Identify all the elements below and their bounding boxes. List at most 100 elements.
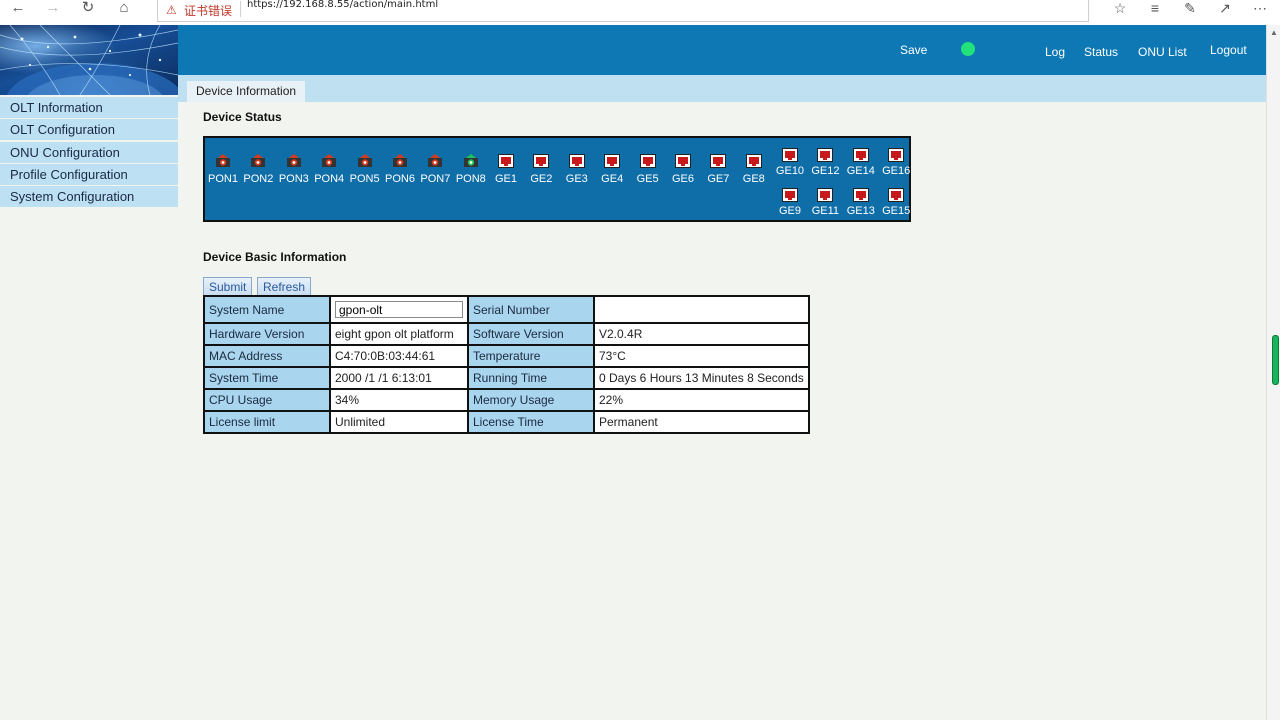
pon-port-icon bbox=[276, 154, 312, 168]
ge-port-ge12[interactable]: GE12 bbox=[807, 148, 843, 177]
ethernet-port-icon bbox=[665, 154, 701, 168]
table-row: CPU Usage 34% Memory Usage 22% bbox=[203, 388, 810, 412]
network-globe-image bbox=[0, 25, 178, 95]
more-icon[interactable]: ⋯ bbox=[1248, 0, 1272, 20]
ge-port-ge9[interactable]: GE9 bbox=[772, 188, 808, 217]
pon-port-pon4[interactable]: PON4 bbox=[311, 154, 347, 185]
back-arrow-icon[interactable]: ← bbox=[6, 0, 30, 20]
port-label: GE8 bbox=[742, 173, 765, 185]
scroll-up-arrow-icon[interactable]: ▲ bbox=[1268, 28, 1280, 37]
ethernet-port-icon bbox=[807, 188, 843, 202]
pon-port-pon3[interactable]: PON3 bbox=[276, 154, 312, 185]
table-row: System Time 2000 /1 /1 6:13:01 Running T… bbox=[203, 366, 810, 390]
status-indicator-dot bbox=[961, 42, 975, 56]
pon-port-pon8[interactable]: PON8 bbox=[453, 154, 489, 185]
sidebar-item-profile-configuration[interactable]: Profile Configuration bbox=[0, 163, 178, 185]
port-label: GE11 bbox=[811, 205, 840, 217]
submit-button[interactable]: Submit bbox=[203, 277, 253, 297]
pon-port-pon5[interactable]: PON5 bbox=[347, 154, 383, 185]
row-value: 22% bbox=[593, 388, 810, 412]
row-label: License limit bbox=[203, 410, 331, 434]
refresh-icon[interactable]: ↻ bbox=[76, 0, 100, 20]
ge-port-ge11[interactable]: GE11 bbox=[807, 188, 843, 217]
port-label: PON1 bbox=[208, 173, 238, 185]
browser-toolbar: ← → ↻ ⌂ ⚠ 证书错误 https://192.168.8.55/acti… bbox=[0, 0, 1280, 26]
forward-arrow-icon[interactable]: → bbox=[41, 0, 65, 20]
home-icon[interactable]: ⌂ bbox=[112, 0, 136, 20]
table-row: License limit Unlimited License Time Per… bbox=[203, 410, 810, 434]
pon-port-icon bbox=[453, 154, 489, 168]
pon-port-pon7[interactable]: PON7 bbox=[417, 154, 453, 185]
pon-port-pon6[interactable]: PON6 bbox=[382, 154, 418, 185]
ge-port-ge5[interactable]: GE5 bbox=[630, 154, 666, 185]
favorites-star-icon[interactable]: ☆ bbox=[1108, 0, 1132, 20]
port-label: PON5 bbox=[349, 173, 380, 185]
ethernet-port-icon bbox=[594, 154, 630, 168]
ge-port-ge15[interactable]: GE15 bbox=[878, 188, 914, 217]
port-label: GE14 bbox=[846, 165, 875, 177]
ge-port-ge16[interactable]: GE16 bbox=[878, 148, 914, 177]
port-label: GE7 bbox=[707, 173, 730, 185]
pen-icon[interactable]: ✎ bbox=[1178, 0, 1202, 20]
port-label: GE1 bbox=[494, 173, 517, 185]
ethernet-port-icon bbox=[700, 154, 736, 168]
ge-port-ge2[interactable]: GE2 bbox=[523, 154, 559, 185]
pon-port-icon bbox=[205, 154, 241, 168]
refresh-button[interactable]: Refresh bbox=[257, 277, 312, 297]
row-label: Software Version bbox=[467, 322, 595, 346]
pon-port-pon2[interactable]: PON2 bbox=[240, 154, 276, 185]
pon-port-icon bbox=[347, 154, 383, 168]
table-row: MAC Address C4:70:0B:03:44:61 Temperatur… bbox=[203, 344, 810, 368]
url-text[interactable]: https://192.168.8.55/action/main.html bbox=[247, 0, 438, 10]
ge-port-ge7[interactable]: GE7 bbox=[700, 154, 736, 185]
port-label: GE3 bbox=[565, 173, 588, 185]
vertical-scrollbar[interactable]: ▲ bbox=[1266, 25, 1280, 720]
share-icon[interactable]: ↗ bbox=[1213, 0, 1237, 20]
tab-device-information[interactable]: Device Information bbox=[187, 81, 306, 102]
certificate-error-label[interactable]: 证书错误 bbox=[184, 2, 232, 19]
ethernet-port-icon bbox=[878, 148, 914, 162]
ge-port-ge14[interactable]: GE14 bbox=[843, 148, 879, 177]
serial-number-label: Serial Number bbox=[467, 295, 595, 324]
row-label: Hardware Version bbox=[203, 322, 331, 346]
reading-list-icon[interactable]: ≡ bbox=[1143, 0, 1167, 20]
ge-port-ge4[interactable]: GE4 bbox=[594, 154, 630, 185]
row-label: System Time bbox=[203, 366, 331, 390]
system-name-input[interactable] bbox=[335, 301, 463, 318]
log-link[interactable]: Log bbox=[1045, 27, 1065, 77]
onu-list-link[interactable]: ONU List bbox=[1138, 27, 1187, 77]
row-value: C4:70:0B:03:44:61 bbox=[329, 344, 469, 368]
scrollbar-thumb[interactable] bbox=[1272, 335, 1279, 385]
address-bar[interactable]: ⚠ 证书错误 https://192.168.8.55/action/main.… bbox=[157, 0, 1089, 22]
row-label: Memory Usage bbox=[467, 388, 595, 412]
ge-port-ge1[interactable]: GE1 bbox=[488, 154, 524, 185]
sidebar-item-system-configuration[interactable]: System Configuration bbox=[0, 186, 178, 208]
table-row: Hardware Version eight gpon olt platform… bbox=[203, 322, 810, 346]
ge-port-ge8[interactable]: GE8 bbox=[736, 154, 772, 185]
logo-banner bbox=[0, 25, 178, 95]
ethernet-port-icon bbox=[736, 154, 772, 168]
device-status-panel: PON1 PON2 PON3 PON4 PON5 PON6 PON7 PON8 GE1 GE2 GE… bbox=[203, 136, 911, 222]
port-label: PON7 bbox=[420, 173, 451, 185]
sidebar-item-onu-configuration[interactable]: ONU Configuration bbox=[0, 141, 178, 163]
save-link[interactable]: Save bbox=[900, 25, 927, 75]
sidebar-item-olt-information[interactable]: OLT Information bbox=[0, 97, 178, 118]
ge-port-ge10[interactable]: GE10 bbox=[772, 148, 808, 177]
ge-port-ge13[interactable]: GE13 bbox=[843, 188, 879, 217]
row-value: 0 Days 6 Hours 13 Minutes 8 Seconds bbox=[593, 366, 810, 390]
sidebar: OLT Information OLT Configuration ONU Co… bbox=[0, 97, 178, 208]
pon-port-icon bbox=[382, 154, 418, 168]
ethernet-port-icon bbox=[523, 154, 559, 168]
ge-port-ge3[interactable]: GE3 bbox=[559, 154, 595, 185]
port-label: GE13 bbox=[846, 205, 875, 217]
status-link[interactable]: Status bbox=[1084, 27, 1118, 77]
logout-link[interactable]: Logout bbox=[1210, 25, 1247, 75]
tab-strip: Device Information bbox=[178, 75, 1266, 102]
ethernet-port-icon bbox=[807, 148, 843, 162]
row-label: MAC Address bbox=[203, 344, 331, 368]
pon-port-icon bbox=[311, 154, 347, 168]
pon-port-pon1[interactable]: PON1 bbox=[205, 154, 241, 185]
ethernet-port-icon bbox=[488, 154, 524, 168]
ge-port-ge6[interactable]: GE6 bbox=[665, 154, 701, 185]
sidebar-item-olt-configuration[interactable]: OLT Configuration bbox=[0, 119, 178, 141]
